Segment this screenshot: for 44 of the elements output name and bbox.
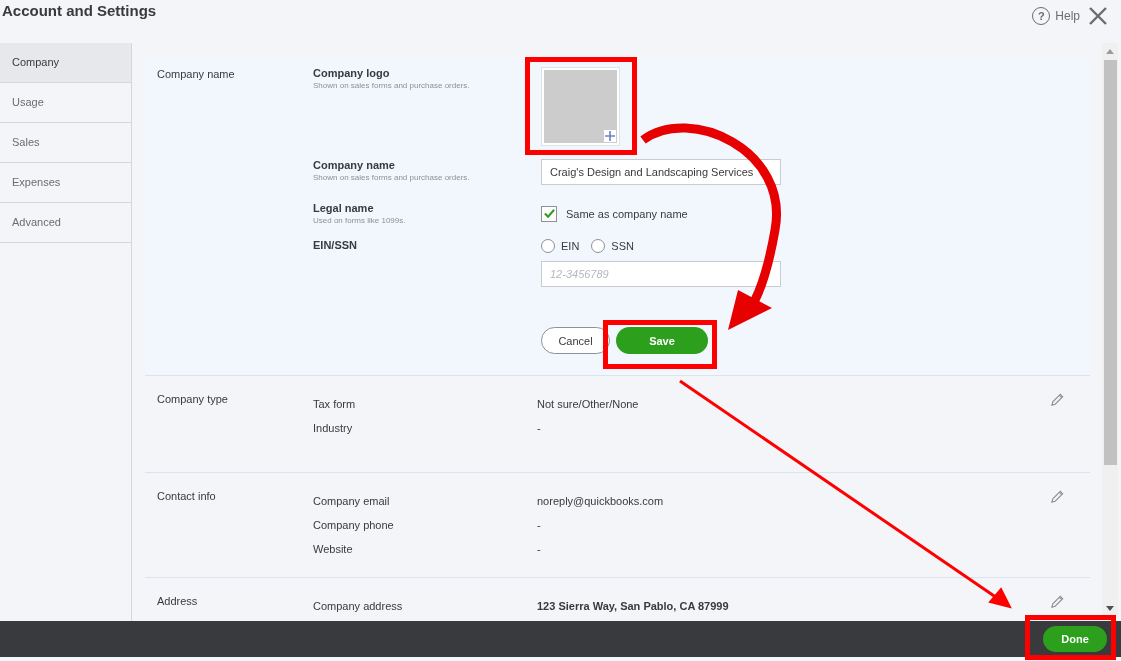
row-label: Company address <box>313 600 404 614</box>
sidebar-tab[interactable]: Company <box>0 43 131 83</box>
row-label: Industry <box>313 422 354 436</box>
section-heading: Contact info <box>157 489 217 504</box>
field-hint: Used on forms like 1099s. <box>313 216 407 225</box>
ein-field[interactable]: 12-3456789 <box>541 261 781 287</box>
field-label: Legal name <box>313 202 375 214</box>
radio-label: SSN <box>611 240 634 252</box>
section-heading: Company type <box>157 392 229 407</box>
help-button[interactable]: ? Help <box>1032 7 1080 25</box>
row-label: Company email <box>313 495 391 509</box>
pencil-icon[interactable] <box>1050 594 1065 609</box>
row-value: - <box>537 422 542 436</box>
logo-upload[interactable] <box>541 67 620 146</box>
row-label: Website <box>313 543 354 557</box>
checkbox[interactable] <box>541 205 557 222</box>
close-icon[interactable] <box>1088 6 1108 26</box>
field-label: Company name <box>313 159 396 171</box>
field-hint: Shown on sales forms and purchase orders. <box>313 173 471 182</box>
row-value: Not sure/Other/None <box>537 398 640 412</box>
row-value: - <box>537 543 542 557</box>
section-heading: Company name <box>157 67 236 82</box>
pencil-icon[interactable] <box>1050 489 1065 504</box>
scrollbar[interactable] <box>1102 43 1118 617</box>
plus-icon <box>604 130 616 142</box>
field-label: EIN/SSN <box>313 239 358 251</box>
company-name-field[interactable]: Craig's Design and Landscaping Services <box>541 159 781 185</box>
radio-button[interactable] <box>591 239 606 253</box>
row-value: noreply@quickbooks.com <box>537 495 665 509</box>
radio-button[interactable] <box>541 239 555 253</box>
checkbox-label: Same as company name <box>566 207 688 220</box>
field-hint: Shown on sales forms and purchase orders. <box>313 81 471 90</box>
cancel-button[interactable]: Cancel <box>541 327 610 354</box>
row-label: Company phone <box>313 519 395 533</box>
row-label: Tax form <box>313 398 357 412</box>
section-heading: Address <box>157 594 199 609</box>
pencil-icon[interactable] <box>1050 392 1065 407</box>
radio-label: EIN <box>561 240 580 252</box>
done-button[interactable]: Done <box>1043 626 1107 652</box>
window-title: Account and Settings <box>1 1 157 19</box>
save-button[interactable]: Save <box>616 327 708 354</box>
row-value: 123 Sierra Way, San Pablo, CA 87999 <box>537 600 730 614</box>
field-label: Company logo <box>313 67 391 79</box>
row-value: - <box>537 519 542 533</box>
